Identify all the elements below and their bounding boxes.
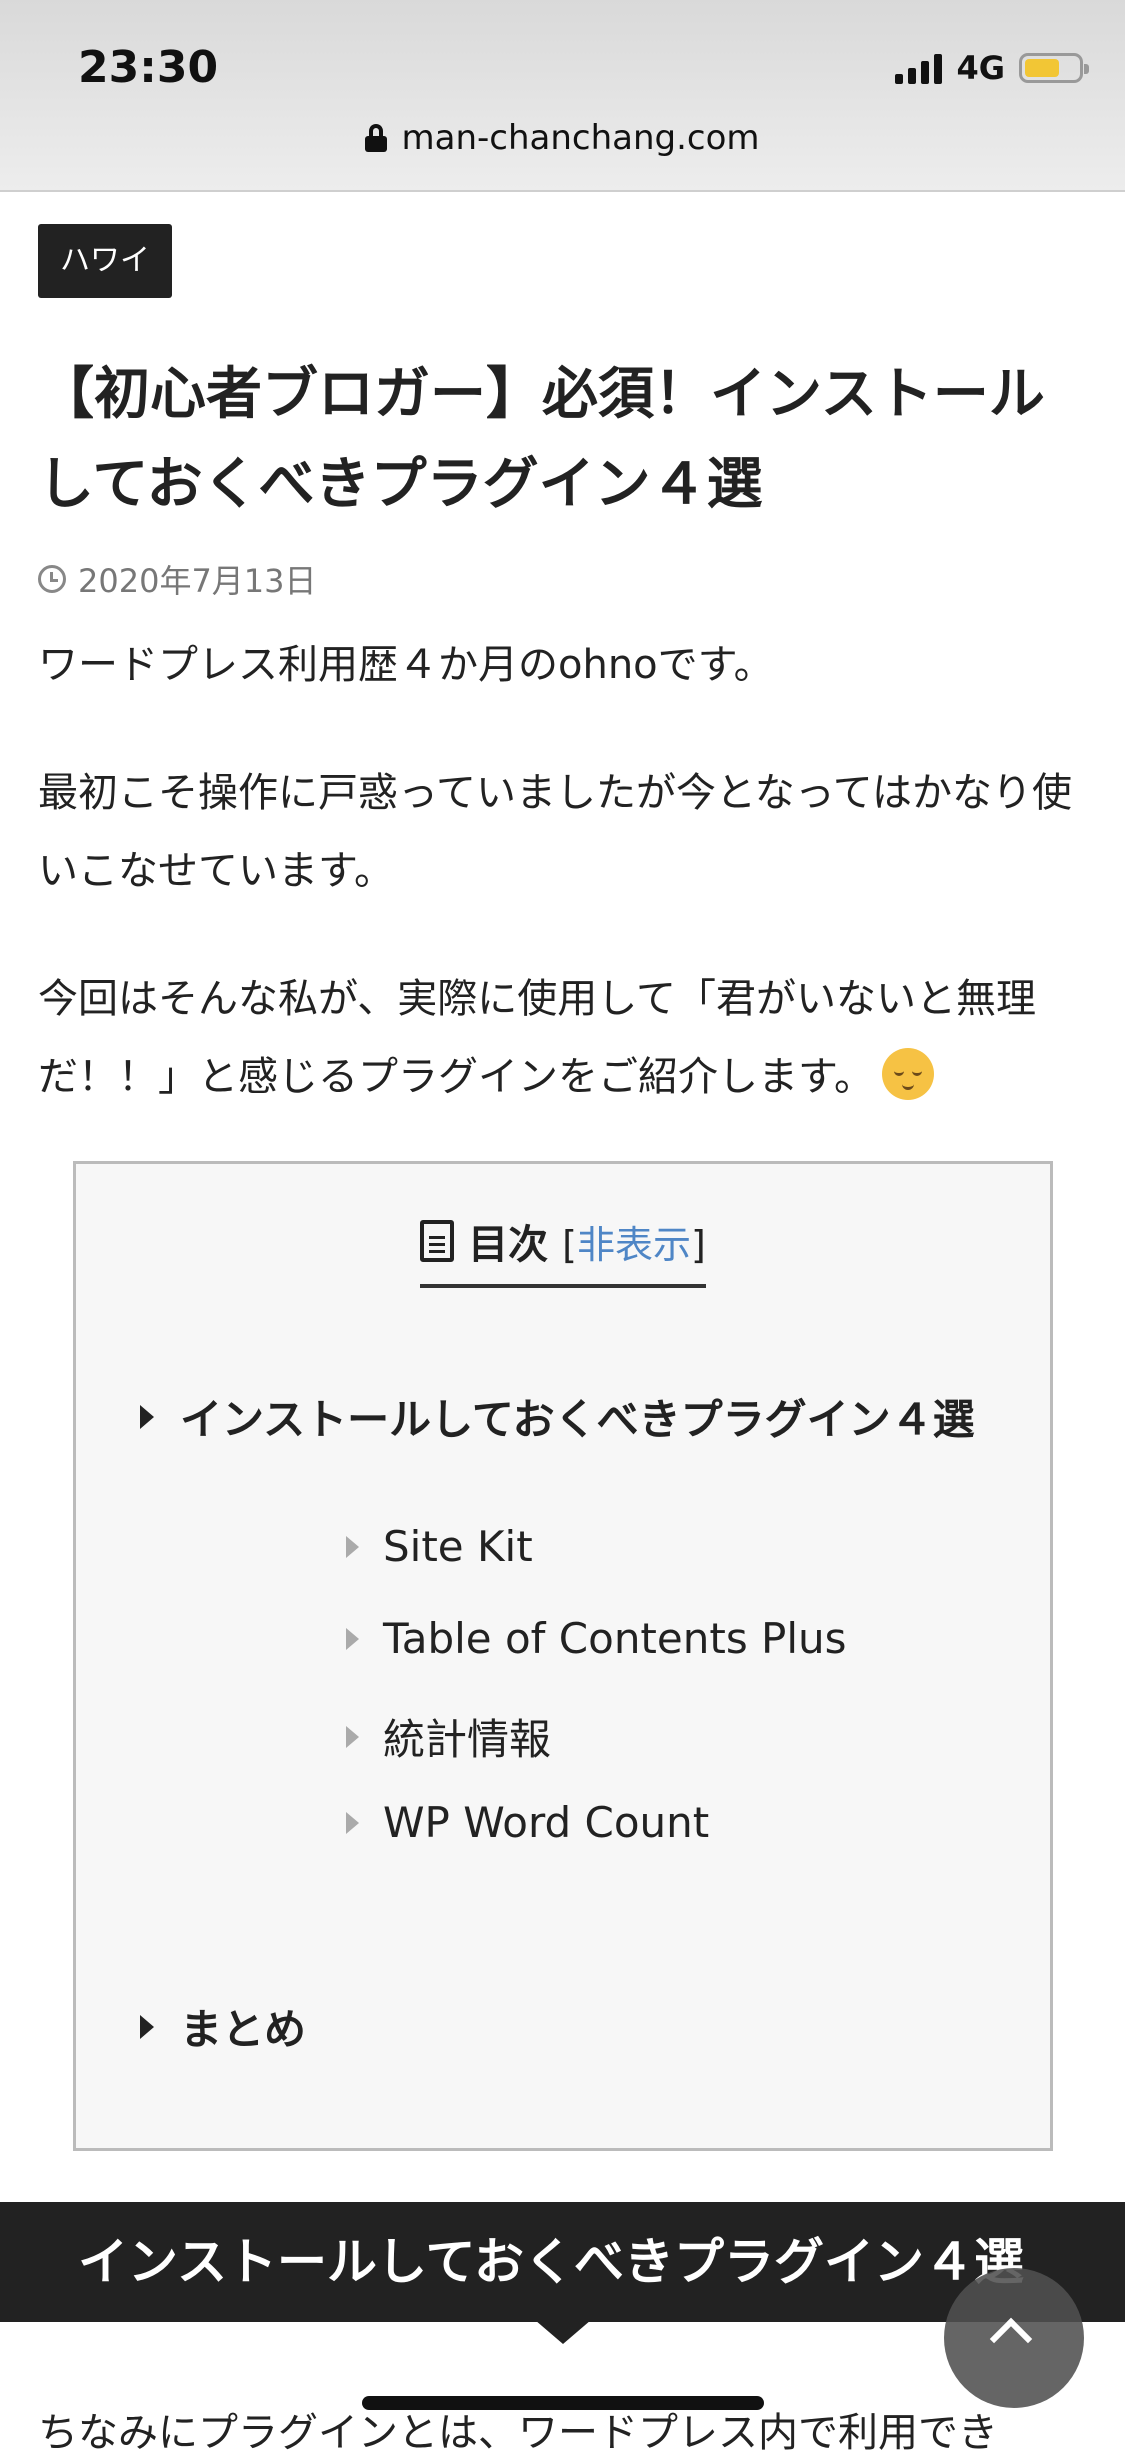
toc-header: 目次 [非表示]: [76, 1212, 1050, 1288]
cellular-signal-icon: [895, 52, 943, 84]
document-icon: [420, 1220, 455, 1262]
status-time: 23:30: [78, 42, 219, 93]
relieved-face-emoji: [882, 1048, 934, 1100]
home-indicator[interactable]: [362, 2396, 764, 2410]
toc-title: 目次: [468, 1222, 549, 1268]
triangle-right-icon: [346, 1535, 359, 1558]
lock-icon: [365, 124, 388, 152]
toc-item-label[interactable]: まとめ: [180, 1996, 306, 2057]
toc-hide-link[interactable]: 非表示: [577, 1223, 691, 1267]
triangle-right-icon: [346, 1725, 359, 1748]
status-indicators: 4G: [895, 48, 1089, 88]
toc-toggle: [非表示]: [562, 1222, 706, 1267]
page-title: 【初心者ブロガー】必須！インストールしておくべきプラグイン４選: [38, 362, 1045, 517]
clock-icon: [38, 565, 66, 593]
intro-paragraph-2: 最初こそ操作に戸惑っていましたが今となってはかなり使いこなせています。: [38, 770, 1072, 894]
heading-pointer: [535, 2320, 591, 2344]
toc-subitem-label[interactable]: 統計情報: [383, 1706, 551, 1767]
toc-subitem-label[interactable]: WP Word Count: [383, 1798, 709, 1847]
network-type: 4G: [956, 49, 1005, 87]
triangle-right-icon: [140, 1404, 154, 1429]
triangle-right-icon: [346, 1811, 359, 1834]
toc-subitem-label[interactable]: Site Kit: [383, 1522, 533, 1571]
triangle-right-icon: [346, 1627, 359, 1650]
intro-paragraph-3-wrap: 今回はそんな私が、実際に使用して「君がいないと無理だ！！」と感じるプラグインをご…: [38, 960, 1088, 1116]
toc-subitem-label[interactable]: Table of Contents Plus: [383, 1614, 847, 1663]
toc-item[interactable]: まとめ: [140, 1996, 306, 2057]
address-bar[interactable]: man-chanchang.com: [0, 118, 1125, 158]
intro-paragraph-1: ワードプレス利用歴４か月のohnoです。: [38, 642, 774, 688]
toc-subitem[interactable]: Site Kit: [346, 1522, 533, 1571]
table-of-contents: 目次 [非表示] インストールしておくべきプラグイン４選 Site Kit Ta…: [73, 1161, 1053, 2151]
toc-item[interactable]: インストールしておくべきプラグイン４選: [140, 1386, 975, 1447]
category-badge[interactable]: ハワイ: [38, 224, 172, 298]
url-text[interactable]: man-chanchang.com: [401, 118, 759, 158]
toc-subitem[interactable]: WP Word Count: [346, 1798, 709, 1847]
browser-top-bar: 23:30 4G man-chanchang.com: [0, 0, 1125, 192]
scroll-to-top-button[interactable]: [944, 2268, 1084, 2408]
toc-subitem[interactable]: Table of Contents Plus: [346, 1614, 847, 1663]
post-date-text: 2020年7月13日: [78, 562, 317, 600]
triangle-right-icon: [140, 2014, 154, 2039]
post-date: 2020年7月13日: [38, 556, 317, 602]
battery-icon: [1019, 53, 1089, 83]
chevron-up-icon: [989, 2317, 1033, 2361]
toc-subitem[interactable]: 統計情報: [346, 1706, 551, 1767]
toc-item-label[interactable]: インストールしておくべきプラグイン４選: [180, 1386, 975, 1447]
